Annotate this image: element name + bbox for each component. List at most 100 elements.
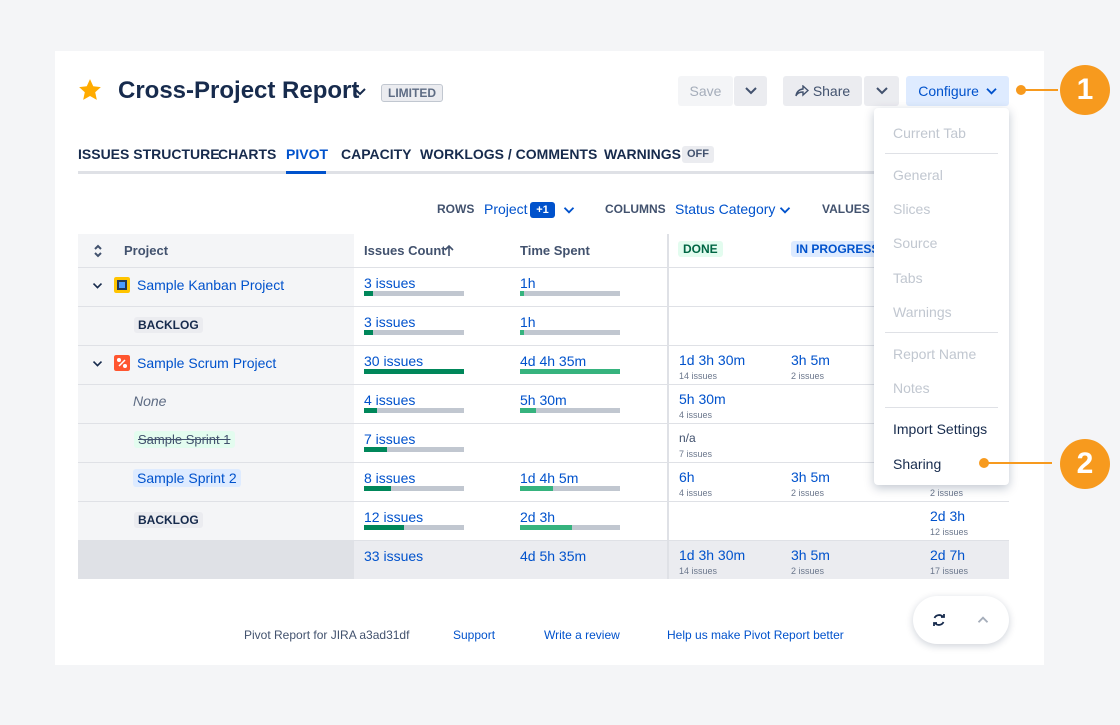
sort-ascending-icon[interactable]	[443, 244, 455, 257]
active-tab-indicator	[286, 171, 326, 174]
warnings-off-badge: OFF	[682, 146, 714, 163]
menu-divider	[885, 407, 998, 408]
time-bar	[520, 408, 620, 413]
share-dropdown-button[interactable]	[864, 76, 899, 106]
time-bar	[520, 330, 620, 335]
total-inprog-sub: 2 issues	[791, 566, 825, 576]
time-bar	[520, 369, 620, 374]
chevron-down-icon	[986, 88, 997, 95]
footer-support-link[interactable]: Support	[453, 628, 495, 642]
column-divider	[667, 234, 669, 579]
time-bar	[520, 291, 620, 296]
done-value[interactable]: 6h	[679, 469, 695, 485]
done-value: n/a	[679, 431, 696, 445]
star-icon[interactable]	[77, 77, 103, 103]
row-divider	[78, 306, 1009, 307]
time-spent-link[interactable]: 5h 30m	[520, 392, 567, 408]
tab-worklogs-comments[interactable]: WORKLOGS / COMMENTS	[420, 146, 597, 162]
header-issues-count[interactable]: Issues Count	[364, 243, 446, 258]
footer-help-link[interactable]: Help us make Pivot Report better	[667, 628, 844, 642]
sprint-1-badge[interactable]: Sample Sprint 1	[134, 431, 235, 448]
kanban-project-icon	[114, 277, 130, 293]
backlog-badge: BACKLOG	[134, 317, 203, 333]
issues-count-link[interactable]: 3 issues	[364, 314, 415, 330]
chevron-down-icon	[875, 87, 888, 95]
columns-chevron-down-icon[interactable]	[779, 206, 791, 215]
title-chevron-down-icon[interactable]	[354, 87, 366, 97]
total-time-link[interactable]: 4d 5h 35m	[520, 548, 586, 564]
rows-selector[interactable]: Project	[484, 201, 528, 217]
header-project[interactable]: Project	[124, 243, 168, 258]
configure-dropdown-menu: Current Tab General Slices Source Tabs W…	[874, 108, 1009, 485]
configure-button[interactable]: Configure	[906, 76, 1009, 106]
project-link[interactable]: Sample Kanban Project	[137, 277, 284, 293]
report-card: Cross-Project Report LIMITED Save Share …	[55, 51, 1044, 665]
issues-count-link[interactable]: 30 issues	[364, 353, 423, 369]
total-done-value[interactable]: 1d 3h 30m	[679, 547, 745, 563]
chevron-up-icon[interactable]	[977, 615, 989, 624]
issues-count-link[interactable]: 8 issues	[364, 470, 415, 486]
issues-bar	[364, 291, 464, 296]
tab-charts[interactable]: CHARTS	[218, 146, 276, 162]
row-divider	[78, 345, 1009, 346]
total-inprog-value[interactable]: 3h 5m	[791, 547, 830, 563]
menu-item-report-name: Report Name	[893, 346, 977, 362]
collapse-chevron-icon[interactable]	[92, 360, 103, 368]
last-value[interactable]: 2d 3h	[930, 508, 965, 524]
menu-divider	[885, 153, 998, 154]
header-time-spent[interactable]: Time Spent	[520, 243, 590, 258]
scrum-project-icon	[114, 355, 130, 371]
footer-version: Pivot Report for JIRA a3ad31df	[244, 628, 410, 642]
menu-item-slices: Slices	[893, 201, 931, 217]
floating-toolbar	[913, 596, 1009, 644]
columns-label: COLUMNS	[605, 202, 666, 216]
sprint-2-badge[interactable]: Sample Sprint 2	[133, 469, 241, 487]
menu-item-sharing[interactable]: Sharing	[893, 456, 941, 472]
time-spent-link[interactable]: 1h	[520, 314, 536, 330]
menu-item-import-settings[interactable]: Import Settings	[893, 421, 987, 437]
issues-count-link[interactable]: 4 issues	[364, 392, 415, 408]
rows-chevron-down-icon[interactable]	[563, 206, 575, 215]
issues-bar	[364, 486, 464, 491]
footer-review-link[interactable]: Write a review	[544, 628, 620, 642]
tab-pivot[interactable]: PIVOT	[286, 146, 328, 162]
done-value[interactable]: 1d 3h 30m	[679, 352, 745, 368]
done-value[interactable]: 5h 30m	[679, 391, 726, 407]
menu-item-notes: Notes	[893, 380, 930, 396]
save-button[interactable]: Save	[678, 76, 733, 106]
refresh-icon[interactable]	[932, 613, 946, 627]
rows-extra-badge: +1	[530, 202, 555, 218]
tab-warnings[interactable]: WARNINGS	[604, 146, 681, 162]
limited-badge: LIMITED	[381, 84, 443, 102]
inprog-value[interactable]: 3h 5m	[791, 469, 830, 485]
issues-count-link[interactable]: 7 issues	[364, 431, 415, 447]
done-sub: 4 issues	[679, 410, 713, 420]
expand-collapse-all-icon[interactable]	[93, 244, 103, 258]
issues-count-link[interactable]: 3 issues	[364, 275, 415, 291]
time-spent-link[interactable]: 2d 3h	[520, 509, 555, 525]
row-divider	[78, 267, 1009, 268]
configure-label: Configure	[918, 83, 979, 99]
callout-2-badge: 2	[1060, 439, 1110, 489]
total-last-value[interactable]: 2d 7h	[930, 547, 965, 563]
issues-count-link[interactable]: 12 issues	[364, 509, 423, 525]
done-sub: 14 issues	[679, 371, 718, 381]
time-spent-link[interactable]: 4d 4h 35m	[520, 353, 586, 369]
tab-capacity[interactable]: CAPACITY	[341, 146, 412, 162]
time-spent-link[interactable]: 1d 4h 5m	[520, 470, 578, 486]
chevron-down-icon	[744, 87, 757, 95]
columns-selector[interactable]: Status Category	[675, 201, 775, 217]
share-button[interactable]: Share	[783, 76, 862, 106]
total-done-sub: 14 issues	[679, 566, 718, 576]
page-title: Cross-Project Report	[118, 77, 360, 104]
issues-bar	[364, 330, 464, 335]
project-link[interactable]: Sample Scrum Project	[137, 355, 276, 371]
save-dropdown-button[interactable]	[734, 76, 767, 106]
total-issues-link[interactable]: 33 issues	[364, 548, 423, 564]
time-spent-link[interactable]: 1h	[520, 275, 536, 291]
tab-issues-structure[interactable]: ISSUES STRUCTURE	[78, 146, 220, 162]
menu-item-general: General	[893, 167, 943, 183]
collapse-chevron-icon[interactable]	[92, 282, 103, 290]
inprog-value[interactable]: 3h 5m	[791, 352, 830, 368]
issues-bar	[364, 408, 464, 413]
